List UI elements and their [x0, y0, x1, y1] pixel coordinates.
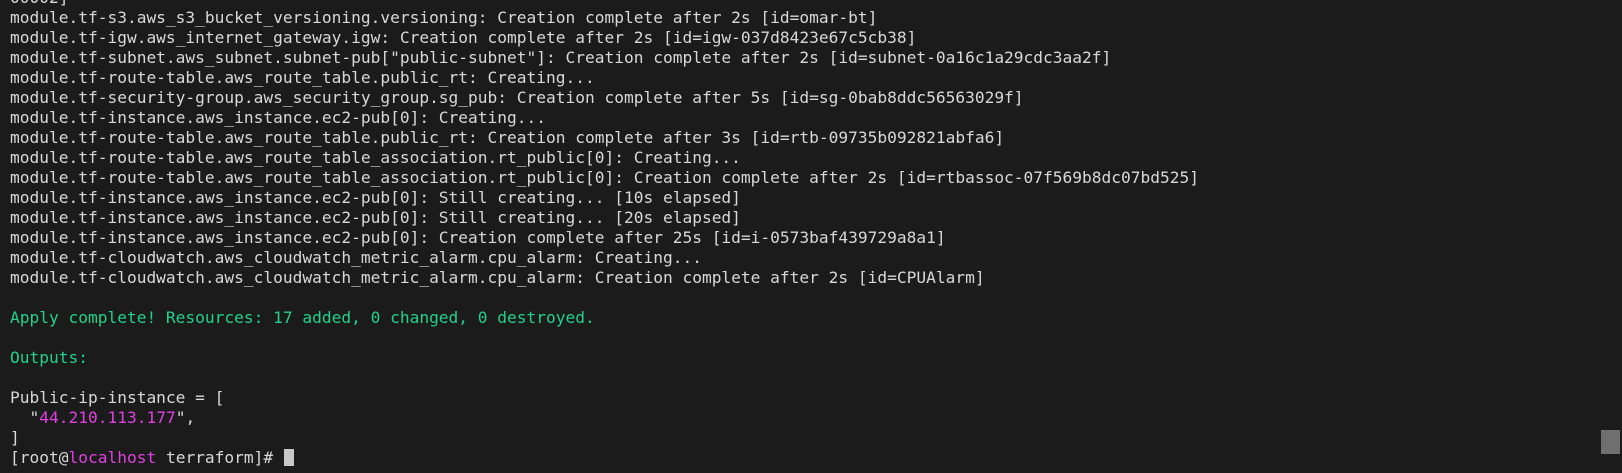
- vertical-scrollbar[interactable]: [1598, 0, 1622, 473]
- log-line: module.tf-igw.aws_internet_gateway.igw: …: [10, 28, 917, 47]
- prompt-bracket: [: [10, 448, 20, 467]
- scrollbar-thumb[interactable]: [1601, 430, 1620, 454]
- log-line: module.tf-instance.aws_instance.ec2-pub[…: [10, 188, 741, 207]
- prompt-path: terraform]#: [156, 448, 283, 467]
- log-line: module.tf-cloudwatch.aws_cloudwatch_metr…: [10, 268, 985, 287]
- apply-complete-message: Apply complete! Resources: 17 added, 0 c…: [10, 308, 595, 327]
- quote-close: ",: [175, 408, 196, 427]
- output-close-line: ]: [10, 428, 20, 447]
- log-line: module.tf-instance.aws_instance.ec2-pub[…: [10, 228, 946, 247]
- log-line: module.tf-route-table.aws_route_table_as…: [10, 148, 741, 167]
- log-line: module.tf-route-table.aws_route_table.pu…: [10, 68, 595, 87]
- output-value-line: "44.210.113.177",: [10, 408, 1598, 428]
- prompt-user: root: [19, 448, 59, 467]
- output-variable-line: Public-ip-instance = [: [10, 388, 225, 407]
- outputs-heading: Outputs:: [10, 348, 88, 367]
- quote-open: ": [10, 408, 40, 427]
- log-line: module.tf-route-table.aws_route_table_as…: [10, 168, 1199, 187]
- log-line: module.tf-subnet.aws_subnet.subnet-pub["…: [10, 48, 1112, 67]
- log-line: module.tf-s3.aws_s3_bucket_versioning.ve…: [10, 8, 878, 27]
- public-ip-value: 44.210.113.177: [39, 408, 176, 427]
- terminal-lines: 00002] module.tf-s3.aws_s3_bucket_versio…: [10, 0, 1598, 468]
- log-line: 00002]: [10, 0, 1598, 8]
- log-line: module.tf-instance.aws_instance.ec2-pub[…: [10, 108, 547, 127]
- log-line: module.tf-instance.aws_instance.ec2-pub[…: [10, 208, 741, 227]
- terminal-output[interactable]: 00002] module.tf-s3.aws_s3_bucket_versio…: [0, 0, 1598, 473]
- log-line: module.tf-security-group.aws_security_gr…: [10, 88, 1024, 107]
- log-line: module.tf-route-table.aws_route_table.pu…: [10, 128, 1005, 147]
- prompt-host: localhost: [68, 448, 157, 467]
- log-line: module.tf-cloudwatch.aws_cloudwatch_metr…: [10, 248, 702, 267]
- text-cursor: [283, 449, 294, 466]
- shell-prompt[interactable]: [root@localhost terraform]#: [10, 448, 1598, 468]
